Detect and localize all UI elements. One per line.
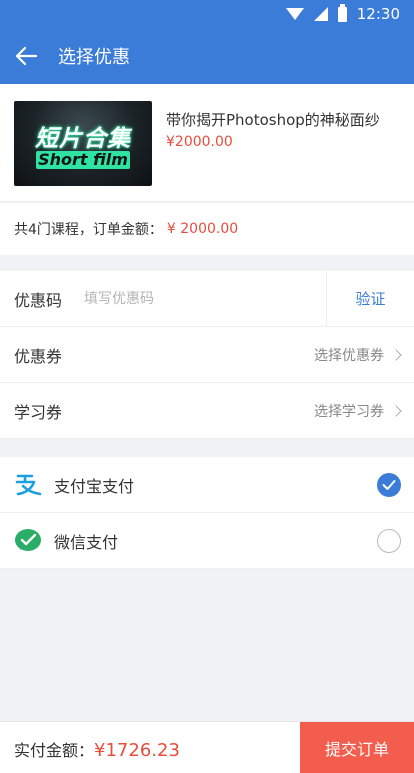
study-voucher-label: 学习券 [14, 402, 63, 422]
arrow-left-icon [15, 46, 37, 66]
thumbnail-subtitle: Short film [36, 151, 130, 169]
promo-code-label: 优惠码 [14, 290, 63, 310]
promo-code-input[interactable] [84, 290, 305, 307]
course-card[interactable]: 短片合集 Short film 带你揭开Photoshop的神秘面纱 ¥2000… [0, 84, 414, 202]
wifi-icon [285, 8, 304, 20]
wechat-pay-icon [14, 527, 42, 555]
status-time: 12:30 [356, 5, 400, 23]
app-bar: 选择优惠 [0, 28, 414, 84]
study-voucher-row[interactable]: 学习券 选择学习券 [0, 383, 414, 439]
coupon-action: 选择优惠券 [314, 347, 384, 364]
chevron-right-icon [390, 348, 402, 361]
order-summary-label: 共4门课程，订单金额： [14, 222, 163, 238]
chevron-right-icon [390, 404, 402, 417]
coupon-selector[interactable]: 选择优惠券 [314, 327, 402, 382]
total-value: ¥1726.23 [94, 740, 180, 761]
bottom-bar: 实付金额：¥1726.23 提交订单 [0, 721, 414, 773]
course-title: 带你揭开Photoshop的神秘面纱 [166, 111, 380, 129]
page-title: 选择优惠 [58, 47, 130, 68]
coupon-row[interactable]: 优惠券 选择优惠券 [0, 327, 414, 383]
payment-label: 微信支付 [54, 532, 119, 552]
battery-icon [337, 3, 347, 22]
payment-option-wechat[interactable]: 微信支付 [0, 513, 414, 569]
selected-check-icon[interactable] [377, 473, 401, 497]
study-voucher-action: 选择学习券 [314, 403, 384, 420]
alipay-icon [14, 471, 42, 499]
unselected-radio-icon[interactable] [377, 529, 401, 553]
submit-order-button[interactable]: 提交订单 [300, 722, 414, 773]
order-summary: 共4门课程，订单金额： ¥ 2000.00 [0, 203, 414, 255]
coupon-label: 优惠券 [14, 346, 63, 366]
total-amount: 实付金额：¥1726.23 [14, 737, 180, 761]
total-label: 实付金额： [14, 741, 95, 760]
back-button[interactable] [0, 28, 52, 84]
payment-option-alipay[interactable]: 支付宝支付 [0, 457, 414, 513]
thumbnail-title: 短片合集 [35, 126, 131, 152]
status-bar: 12:30 [0, 0, 414, 28]
verify-button[interactable]: 验证 [326, 271, 414, 326]
course-price: ¥2000.00 [166, 134, 233, 150]
course-thumbnail: 短片合集 Short film [14, 101, 152, 186]
study-voucher-selector[interactable]: 选择学习券 [314, 383, 402, 438]
promo-code-row: 优惠码 验证 [0, 271, 414, 327]
signal-icon [313, 7, 328, 21]
order-amount: ¥ 2000.00 [166, 221, 239, 237]
payment-label: 支付宝支付 [54, 476, 135, 496]
